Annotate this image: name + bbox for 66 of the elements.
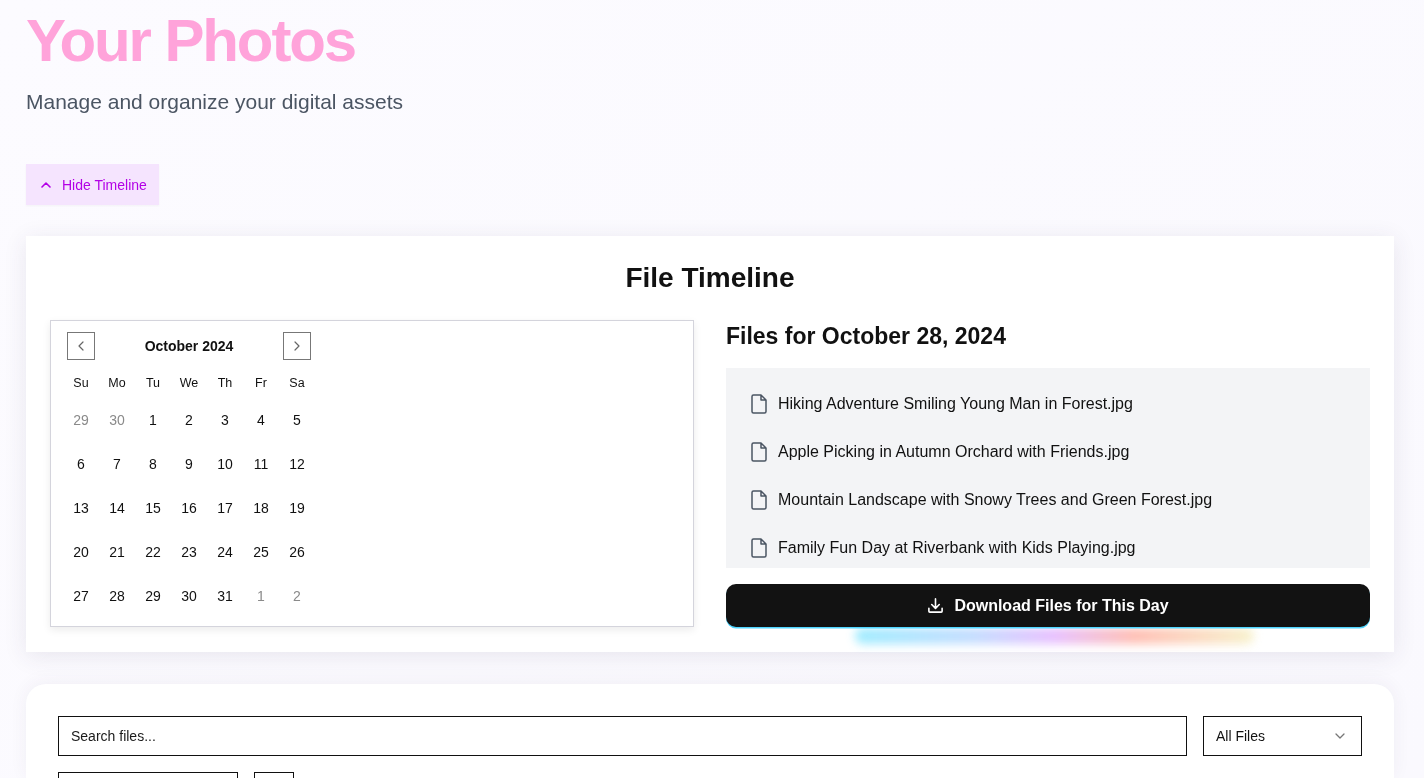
download-button[interactable]: Download Files for This Day xyxy=(726,584,1370,627)
calendar-day[interactable]: 26 xyxy=(282,537,312,567)
file-icon xyxy=(751,538,767,558)
calendar-day[interactable]: 5 xyxy=(282,405,312,435)
previous-month-button[interactable] xyxy=(67,332,95,360)
calendar-day[interactable]: 30 xyxy=(174,581,204,611)
weekday-label: Sa xyxy=(289,376,305,390)
file-icon xyxy=(751,442,767,462)
calendar-day[interactable]: 8 xyxy=(138,449,168,479)
calendar-day[interactable]: 20 xyxy=(66,537,96,567)
download-icon xyxy=(927,597,945,614)
weekday-label: We xyxy=(179,376,199,390)
calendar-day[interactable]: 11 xyxy=(246,449,276,479)
hide-timeline-button[interactable]: Hide Timeline xyxy=(26,164,159,205)
calendar-day[interactable]: 30 xyxy=(102,405,132,435)
calendar-day[interactable]: 7 xyxy=(102,449,132,479)
calendar-day[interactable]: 13 xyxy=(66,493,96,523)
calendar-day[interactable]: 1 xyxy=(138,405,168,435)
file-name: Apple Picking in Autumn Orchard with Friends.jpg xyxy=(778,443,1130,461)
calendar-day[interactable]: 31 xyxy=(210,581,240,611)
timeline-title: File Timeline xyxy=(624,261,796,295)
calendar-day[interactable]: 29 xyxy=(138,581,168,611)
file-type-dropdown[interactable]: All Files xyxy=(1203,716,1362,756)
calendar-day[interactable]: 28 xyxy=(102,581,132,611)
next-month-button[interactable] xyxy=(283,332,311,360)
calendar-day[interactable]: 15 xyxy=(138,493,168,523)
calendar-day[interactable]: 25 xyxy=(246,537,276,567)
calendar-day[interactable]: 16 xyxy=(174,493,204,523)
weekday-label: Fr xyxy=(255,376,267,390)
input-field[interactable] xyxy=(58,772,238,778)
calendar-day[interactable]: 10 xyxy=(210,449,240,479)
calendar-day[interactable]: 29 xyxy=(66,405,96,435)
files-heading: Files for October 28, 2024 xyxy=(726,322,1006,351)
calendar-day[interactable]: 12 xyxy=(282,449,312,479)
chevron-down-icon xyxy=(1335,733,1345,739)
calendar-day[interactable]: 2 xyxy=(174,405,204,435)
calendar-day[interactable]: 19 xyxy=(282,493,312,523)
file-name: Hiking Adventure Smiling Young Man in Forest.jpg xyxy=(778,395,1133,413)
calendar-day[interactable]: 2 xyxy=(282,581,312,611)
calendar-day[interactable]: 22 xyxy=(138,537,168,567)
input-field[interactable] xyxy=(254,772,294,778)
weekday-label: Th xyxy=(217,376,233,390)
calendar-day[interactable]: 18 xyxy=(246,493,276,523)
weekday-label: Tu xyxy=(145,376,161,390)
chevron-right-icon xyxy=(294,341,300,351)
calendar-day[interactable]: 24 xyxy=(210,537,240,567)
page-subtitle: Manage and organize your digital assets xyxy=(26,89,404,115)
chevron-left-icon xyxy=(78,341,84,351)
file-icon xyxy=(751,394,767,414)
calendar-day[interactable]: 9 xyxy=(174,449,204,479)
calendar-day[interactable]: 17 xyxy=(210,493,240,523)
calendar-day[interactable]: 21 xyxy=(102,537,132,567)
file-icon xyxy=(751,490,767,510)
file-name: Mountain Landscape with Snowy Trees and Green Forest.jpg xyxy=(778,491,1213,509)
calendar-day[interactable]: 3 xyxy=(210,405,240,435)
calendar-day[interactable]: 6 xyxy=(66,449,96,479)
search-field[interactable]: Search files... xyxy=(58,716,1187,756)
calendar-day[interactable]: 27 xyxy=(66,581,96,611)
weekday-label: Su xyxy=(73,376,89,390)
calendar-day[interactable]: 14 xyxy=(102,493,132,523)
page-title: Your Photos xyxy=(26,7,356,75)
month-label: October 2024 xyxy=(144,337,234,356)
calendar-day[interactable]: 23 xyxy=(174,537,204,567)
file-name: Family Fun Day at Riverbank with Kids Playing.jpg xyxy=(778,539,1136,557)
calendar-day[interactable]: 4 xyxy=(246,405,276,435)
weekday-label: Mo xyxy=(108,376,126,390)
